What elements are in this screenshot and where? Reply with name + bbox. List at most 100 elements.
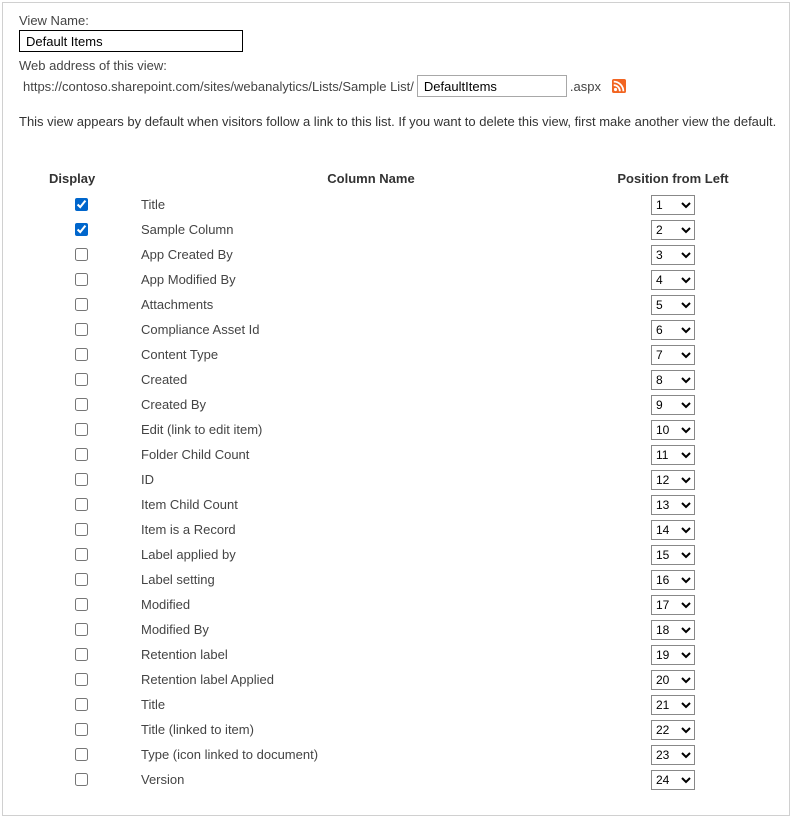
position-select[interactable]: 123456789101112131415161718192021222324 [651, 545, 695, 565]
default-view-hint: This view appears by default when visito… [19, 113, 779, 131]
column-name: Created [139, 372, 603, 387]
column-row: Sample Column 123456789101112131415161718… [49, 217, 743, 242]
position-select[interactable]: 123456789101112131415161718192021222324 [651, 570, 695, 590]
column-row: Title (linked to item) 123456789101112131… [49, 717, 743, 742]
column-row: Item is a Record 123456789101112131415161… [49, 517, 743, 542]
column-row: Modified By 12345678910111213141516171819… [49, 617, 743, 642]
column-row: Type (icon linked to document) 1234567891… [49, 742, 743, 767]
position-select[interactable]: 123456789101112131415161718192021222324 [651, 445, 695, 465]
position-select[interactable]: 123456789101112131415161718192021222324 [651, 770, 695, 790]
column-row: ID 12345678910111213141516171819202122232… [49, 467, 743, 492]
position-select[interactable]: 123456789101112131415161718192021222324 [651, 320, 695, 340]
position-select[interactable]: 123456789101112131415161718192021222324 [651, 220, 695, 240]
column-name: Title (linked to item) [139, 722, 603, 737]
display-checkbox[interactable] [75, 473, 88, 486]
column-name: Type (icon linked to document) [139, 747, 603, 762]
display-checkbox[interactable] [75, 773, 88, 786]
header-display: Display [49, 171, 139, 186]
column-row: Created 123456789101112131415161718192021… [49, 367, 743, 392]
column-name: Sample Column [139, 222, 603, 237]
position-select[interactable]: 123456789101112131415161718192021222324 [651, 620, 695, 640]
column-row: Version 123456789101112131415161718192021… [49, 767, 743, 792]
display-checkbox[interactable] [75, 298, 88, 311]
position-select[interactable]: 123456789101112131415161718192021222324 [651, 195, 695, 215]
display-checkbox[interactable] [75, 648, 88, 661]
column-row: Title 12345678910111213141516171819202122… [49, 692, 743, 717]
rss-icon[interactable] [612, 79, 626, 93]
column-row: Edit (link to edit item) 1234567891011121… [49, 417, 743, 442]
position-select[interactable]: 123456789101112131415161718192021222324 [651, 720, 695, 740]
display-checkbox[interactable] [75, 423, 88, 436]
url-slug-input[interactable] [417, 75, 567, 97]
column-row: Compliance Asset Id 123456789101112131415… [49, 317, 743, 342]
position-select[interactable]: 123456789101112131415161718192021222324 [651, 495, 695, 515]
position-select[interactable]: 123456789101112131415161718192021222324 [651, 345, 695, 365]
column-row: App Created By 12345678910111213141516171… [49, 242, 743, 267]
view-name-input[interactable] [19, 30, 243, 52]
display-checkbox[interactable] [75, 748, 88, 761]
column-row: Item Child Count 123456789101112131415161… [49, 492, 743, 517]
display-checkbox[interactable] [75, 198, 88, 211]
column-name: Version [139, 772, 603, 787]
display-checkbox[interactable] [75, 673, 88, 686]
column-name: App Modified By [139, 272, 603, 287]
display-checkbox[interactable] [75, 573, 88, 586]
position-select[interactable]: 123456789101112131415161718192021222324 [651, 645, 695, 665]
column-name: Modified By [139, 622, 603, 637]
position-select[interactable]: 123456789101112131415161718192021222324 [651, 520, 695, 540]
position-select[interactable]: 123456789101112131415161718192021222324 [651, 420, 695, 440]
position-select[interactable]: 123456789101112131415161718192021222324 [651, 295, 695, 315]
column-name: Title [139, 197, 603, 212]
display-checkbox[interactable] [75, 448, 88, 461]
column-name: Retention label Applied [139, 672, 603, 687]
position-select[interactable]: 123456789101112131415161718192021222324 [651, 595, 695, 615]
position-select[interactable]: 123456789101112131415161718192021222324 [651, 395, 695, 415]
web-url-prefix: https://contoso.sharepoint.com/sites/web… [23, 79, 414, 94]
display-checkbox[interactable] [75, 548, 88, 561]
position-select[interactable]: 123456789101112131415161718192021222324 [651, 370, 695, 390]
position-select[interactable]: 123456789101112131415161718192021222324 [651, 270, 695, 290]
column-row: Retention label Applied 12345678910111213… [49, 667, 743, 692]
column-name: Attachments [139, 297, 603, 312]
display-checkbox[interactable] [75, 223, 88, 236]
column-name: App Created By [139, 247, 603, 262]
column-name: Folder Child Count [139, 447, 603, 462]
display-checkbox[interactable] [75, 273, 88, 286]
column-name: Retention label [139, 647, 603, 662]
column-row: Modified 12345678910111213141516171819202… [49, 592, 743, 617]
column-name: Modified [139, 597, 603, 612]
column-name: Compliance Asset Id [139, 322, 603, 337]
display-checkbox[interactable] [75, 623, 88, 636]
column-name: Title [139, 697, 603, 712]
column-name: ID [139, 472, 603, 487]
position-select[interactable]: 123456789101112131415161718192021222324 [651, 745, 695, 765]
column-row: App Modified By 1234567891011121314151617… [49, 267, 743, 292]
display-checkbox[interactable] [75, 373, 88, 386]
position-select[interactable]: 123456789101112131415161718192021222324 [651, 695, 695, 715]
view-name-label: View Name: [19, 13, 779, 28]
column-name: Edit (link to edit item) [139, 422, 603, 437]
display-checkbox[interactable] [75, 698, 88, 711]
position-select[interactable]: 123456789101112131415161718192021222324 [651, 470, 695, 490]
column-row: Label applied by 123456789101112131415161… [49, 542, 743, 567]
display-checkbox[interactable] [75, 248, 88, 261]
column-name: Content Type [139, 347, 603, 362]
display-checkbox[interactable] [75, 598, 88, 611]
web-address-label: Web address of this view: [19, 58, 779, 73]
position-select[interactable]: 123456789101112131415161718192021222324 [651, 245, 695, 265]
display-checkbox[interactable] [75, 523, 88, 536]
column-row: Label setting123456789101112131415161718… [49, 567, 743, 592]
column-name: Item is a Record [139, 522, 603, 537]
column-row: Content Type 1234567891011121314151617181… [49, 342, 743, 367]
display-checkbox[interactable] [75, 398, 88, 411]
column-name: Item Child Count [139, 497, 603, 512]
column-name: Created By [139, 397, 603, 412]
display-checkbox[interactable] [75, 348, 88, 361]
column-name: Label applied by [139, 547, 603, 562]
display-checkbox[interactable] [75, 323, 88, 336]
column-row: Folder Child Count 1234567891011121314151… [49, 442, 743, 467]
position-select[interactable]: 123456789101112131415161718192021222324 [651, 670, 695, 690]
display-checkbox[interactable] [75, 498, 88, 511]
header-position: Position from Left [603, 171, 743, 186]
display-checkbox[interactable] [75, 723, 88, 736]
